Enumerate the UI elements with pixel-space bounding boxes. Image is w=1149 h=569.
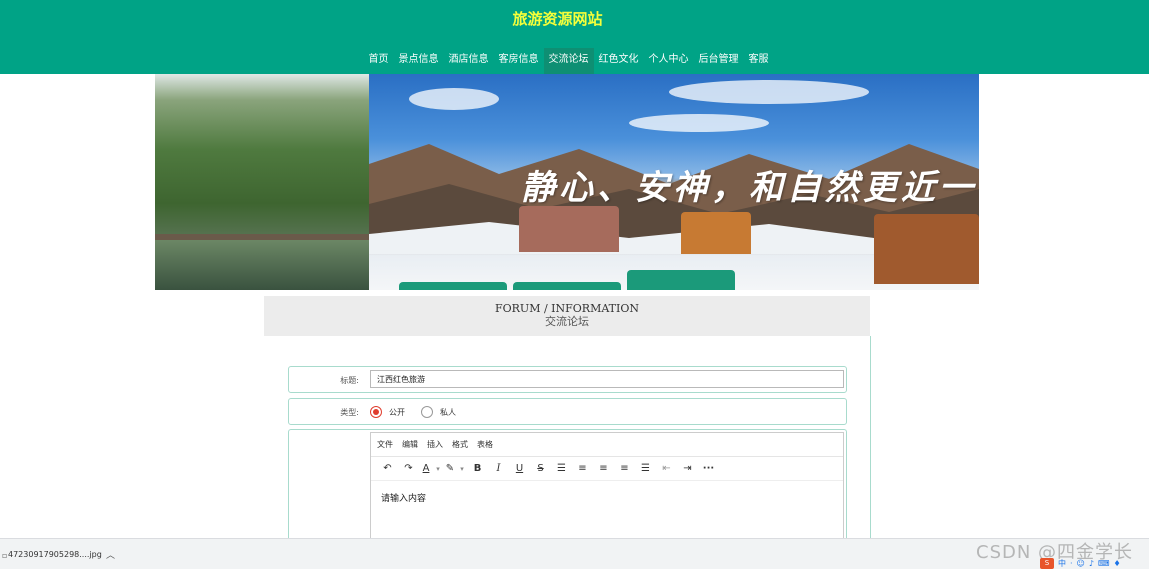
- type-label: 类型:: [340, 408, 359, 417]
- title-row: 标题:: [288, 366, 847, 393]
- carousel-indicator-3-active[interactable]: [627, 270, 735, 290]
- type-private-label[interactable]: 私人: [440, 407, 456, 418]
- editor-menu-table[interactable]: 表格: [477, 439, 493, 450]
- banner-building: [874, 214, 979, 284]
- nav-item-admin[interactable]: 后台管理: [694, 48, 744, 74]
- editor-toolbar: ↶ ↷ A ▾ ✎ ▾ B I U S ☰ ≡ ≡ ≡ ☰ ⇤ ⇥ ···: [371, 457, 843, 481]
- site-title: 旅游资源网站: [512, 10, 603, 28]
- outdent-icon[interactable]: ⇤: [656, 460, 677, 478]
- chevron-up-icon[interactable]: ︿: [106, 548, 115, 561]
- banner-building: [519, 206, 619, 252]
- redo-icon[interactable]: ↷: [398, 460, 419, 478]
- editor-menu-edit[interactable]: 编辑: [402, 439, 418, 450]
- download-file-name[interactable]: 47230917905298....jpg: [8, 550, 102, 559]
- nav-item-home[interactable]: 首页: [364, 48, 394, 74]
- align-justify-icon[interactable]: ☰: [635, 460, 656, 478]
- carousel-indicator-2[interactable]: [513, 282, 621, 290]
- rich-text-editor: 文件 编辑 插入 格式 表格 ↶ ↷ A ▾ ✎ ▾ B I U S ☰ ≡ ≡…: [370, 432, 844, 552]
- type-public-radio[interactable]: [370, 406, 382, 418]
- editor-menu-insert[interactable]: 插入: [427, 439, 443, 450]
- forum-heading-en: FORUM / INFORMATION: [495, 302, 639, 315]
- banner-forest-image: [155, 74, 369, 290]
- banner-cloud: [409, 88, 499, 110]
- undo-icon[interactable]: ↶: [377, 460, 398, 478]
- text-color-icon[interactable]: A: [419, 460, 433, 478]
- post-form: 标题: 类型: 公开 私人 文件 编辑 插入 格式 表格 ↶ ↷ A ▾ ✎ ▾: [264, 336, 871, 552]
- carousel-indicator-1[interactable]: [399, 282, 507, 290]
- text-color-dropdown-icon[interactable]: ▾: [433, 460, 443, 478]
- more-icon[interactable]: ···: [698, 460, 719, 478]
- site-header: 旅游资源网站 首页 景点信息 酒店信息 客房信息 交流论坛 红色文化 个人中心 …: [0, 0, 1149, 74]
- editor-menubar: 文件 编辑 插入 格式 表格: [371, 433, 843, 457]
- microphone-icon[interactable]: ♪: [1089, 559, 1094, 568]
- nav-item-customer-service[interactable]: 客服: [744, 48, 774, 74]
- file-icon: ▫: [2, 551, 8, 560]
- type-public-label[interactable]: 公开: [389, 407, 405, 418]
- main-nav: 首页 景点信息 酒店信息 客房信息 交流论坛 红色文化 个人中心 后台管理 客服: [0, 48, 1149, 74]
- banner-building: [681, 212, 751, 254]
- nav-item-attractions[interactable]: 景点信息: [394, 48, 444, 74]
- nav-item-forum[interactable]: 交流论坛: [543, 48, 594, 74]
- skin-icon[interactable]: ♦: [1114, 559, 1121, 568]
- banner-carousel[interactable]: 静心、安神，和自然更近一: [155, 74, 979, 290]
- title-input[interactable]: [370, 370, 844, 388]
- forum-heading: FORUM / INFORMATION 交流论坛: [264, 296, 870, 336]
- underline-icon[interactable]: U: [509, 460, 530, 478]
- punctuation-icon[interactable]: ·: [1070, 559, 1073, 568]
- emoji-icon[interactable]: ☺: [1077, 559, 1085, 568]
- ime-mode-label[interactable]: 中: [1058, 558, 1066, 569]
- align-center-icon[interactable]: ≡: [593, 460, 614, 478]
- nav-item-personal-center[interactable]: 个人中心: [644, 48, 694, 74]
- highlight-color-icon[interactable]: ✎: [443, 460, 457, 478]
- system-tray: S 中 · ☺ ♪ ⌨ ♦: [1040, 557, 1149, 569]
- editor-menu-format[interactable]: 格式: [452, 439, 468, 450]
- content-row: 文件 编辑 插入 格式 表格 ↶ ↷ A ▾ ✎ ▾ B I U S ☰ ≡ ≡…: [288, 429, 847, 552]
- nav-item-rooms[interactable]: 客房信息: [494, 48, 544, 74]
- bold-icon[interactable]: B: [467, 460, 488, 478]
- indent-icon[interactable]: ⇥: [677, 460, 698, 478]
- type-private-radio[interactable]: [421, 406, 433, 418]
- forum-heading-zh: 交流论坛: [545, 315, 589, 328]
- sogou-ime-icon[interactable]: S: [1040, 557, 1054, 569]
- banner-cloud: [629, 114, 769, 132]
- title-label: 标题:: [340, 376, 359, 385]
- banner-water: [155, 240, 369, 290]
- align-right-icon[interactable]: ≡: [614, 460, 635, 478]
- nav-item-hotels[interactable]: 酒店信息: [444, 48, 494, 74]
- editor-content-area[interactable]: 请输入内容: [371, 481, 843, 514]
- line-height-icon[interactable]: ☰: [551, 460, 572, 478]
- banner-cloud: [669, 80, 869, 104]
- strikethrough-icon[interactable]: S: [530, 460, 551, 478]
- banner-slogan: 静心、安神，和自然更近一: [521, 168, 977, 208]
- italic-icon[interactable]: I: [488, 460, 509, 478]
- keyboard-icon[interactable]: ⌨: [1098, 559, 1110, 568]
- editor-menu-file[interactable]: 文件: [377, 439, 393, 450]
- type-row: 类型: 公开 私人: [288, 398, 847, 425]
- nav-item-red-culture[interactable]: 红色文化: [594, 48, 644, 74]
- highlight-color-dropdown-icon[interactable]: ▾: [457, 460, 467, 478]
- align-left-icon[interactable]: ≡: [572, 460, 593, 478]
